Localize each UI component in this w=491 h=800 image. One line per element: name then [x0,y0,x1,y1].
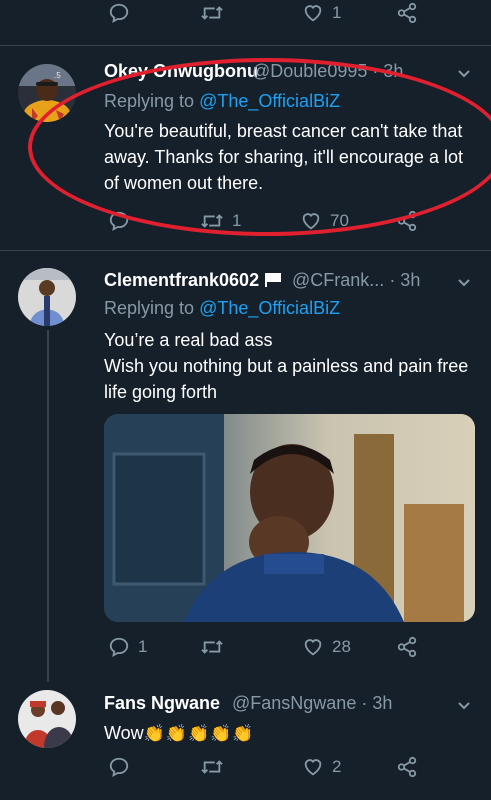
share-icon [397,636,417,658]
top-action-bar: 1 [0,2,491,32]
reply-button[interactable] [108,210,130,232]
mention-link[interactable]: @The_OfficialBiZ [199,298,340,318]
reply-icon [109,757,129,778]
tweet-action-bar: 1 28 [0,636,491,666]
reply-button[interactable] [108,756,130,778]
chevron-down-icon[interactable] [456,274,472,290]
divider [0,250,491,251]
share-button[interactable] [396,756,418,778]
like-icon [304,5,322,22]
retweet-button[interactable]: 1 [200,210,241,232]
tweet-text-line: You’re a real bad ass [104,330,273,350]
like-icon [302,213,320,230]
retweet-icon [201,760,223,774]
clapping-emoji: 👏👏👏👏👏 [143,724,255,743]
tweet-media-image[interactable] [104,414,475,622]
replying-to: Replying to @The_OfficialBiZ [104,298,341,318]
author-handle[interactable]: @Double0995 · 3h [252,61,403,82]
author-handle[interactable]: @CFrank... · 3h [292,270,420,291]
share-icon [397,2,417,24]
mention-link[interactable]: @The_OfficialBiZ [199,91,340,111]
like-count: 1 [332,3,342,22]
like-button[interactable]: 2 [302,756,341,778]
author-name[interactable]: Fans Ngwane [104,693,220,714]
retweet-count: 1 [232,211,242,230]
reply-button[interactable]: 1 [108,636,147,658]
reply-button[interactable] [108,2,130,24]
share-icon [397,210,417,232]
chevron-down-icon[interactable] [456,65,472,81]
share-button[interactable] [396,636,418,658]
retweet-icon [201,640,223,654]
like-button[interactable]: 28 [302,636,351,658]
share-button[interactable] [396,2,418,24]
retweet-button[interactable] [200,756,224,778]
tweet-action-bar: 1 70 [0,210,491,240]
tweet-text: Wow👏👏👏👏👏 [104,723,255,743]
like-icon [304,759,322,776]
tweet-text: You're beautiful, breast cancer can't ta… [104,121,463,193]
replying-to: Replying to @The_OfficialBiZ [104,91,341,111]
share-icon [397,756,417,778]
like-count: 2 [332,757,342,776]
divider [0,45,491,46]
flag-icon [265,273,282,287]
reply-icon [109,211,129,232]
reply-icon [109,3,129,24]
avatar[interactable]: .5 [18,64,76,122]
share-button[interactable] [396,210,418,232]
retweet-button[interactable] [200,2,224,24]
reply-count: 1 [138,637,148,656]
like-count: 28 [332,637,351,656]
like-button[interactable]: 70 [300,210,349,232]
tweet-text-line: Wish you nothing but a painless and pain… [104,356,469,402]
reply-icon [109,637,129,658]
like-icon [304,639,322,656]
avatar[interactable] [18,268,76,326]
retweet-button[interactable] [200,636,224,658]
svg-text:.5: .5 [54,71,61,80]
tweet-text: You’re a real bad ass Wish you nothing b… [104,327,476,405]
avatar[interactable] [18,690,76,748]
thread-line [47,330,49,682]
like-button[interactable]: 1 [302,2,341,24]
author-handle[interactable]: @FansNgwane · 3h [232,693,392,714]
chevron-down-icon[interactable] [456,697,472,713]
author-name[interactable]: Okey Onwugbonu [104,61,258,82]
retweet-icon [201,214,223,228]
retweet-icon [201,6,223,20]
author-name[interactable]: Clementfrank0602 [104,270,284,291]
tweet-action-bar: 2 [0,756,491,786]
like-count: 70 [330,211,349,230]
